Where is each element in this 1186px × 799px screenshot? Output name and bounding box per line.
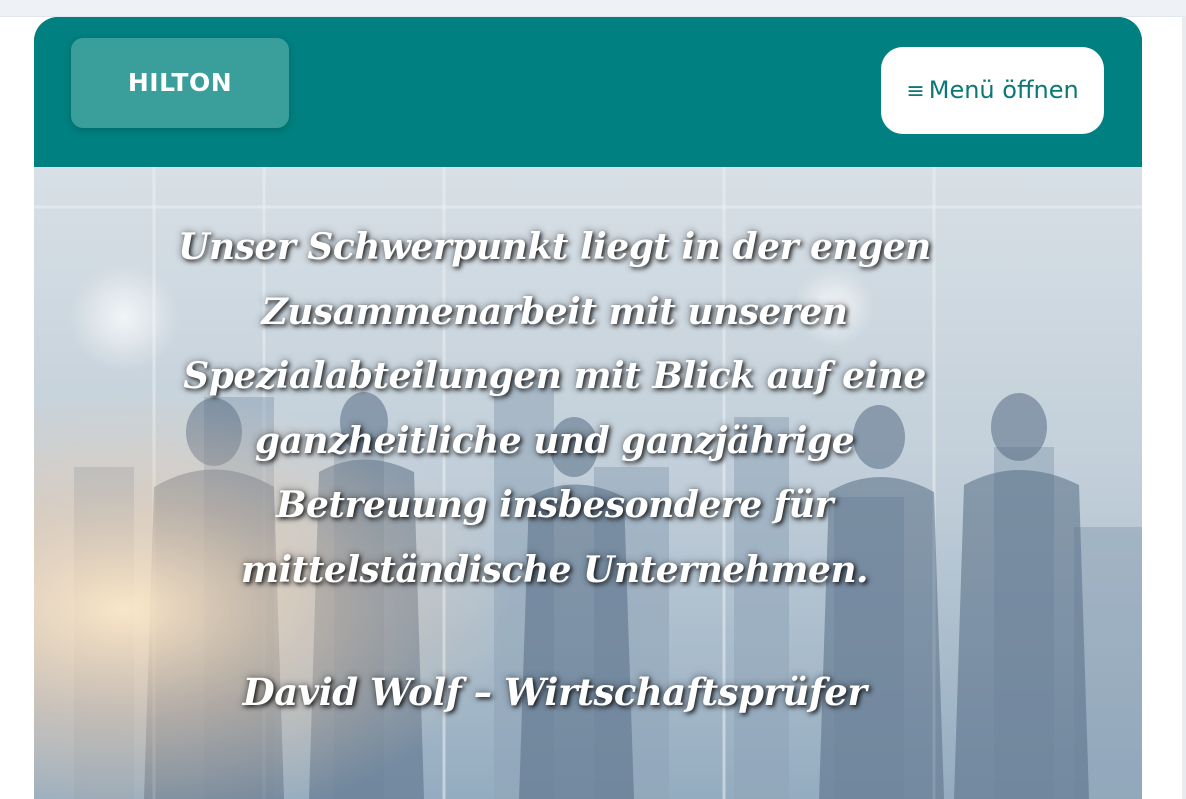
browser-top-strip (0, 0, 1186, 17)
open-menu-button[interactable]: ≡ Menü öffnen (881, 47, 1104, 134)
menu-button-label: Menü öffnen (928, 76, 1079, 104)
page-card: HILTON ≡ Menü öffnen Unser Schwerpunkt l… (34, 17, 1142, 799)
page-scrollbar[interactable] (1182, 16, 1186, 799)
menu-icon: ≡ (906, 79, 925, 104)
quote-author: David Wolf – Wirtschaftsprüfer (242, 670, 867, 714)
site-header: HILTON ≡ Menü öffnen (34, 17, 1142, 167)
hero-quote: Unser Schwerpunkt liegt in der engen Zus… (178, 226, 931, 591)
hilton-logo[interactable]: HILTON (71, 38, 289, 128)
hero-section: Unser Schwerpunkt liegt in der engen Zus… (34, 167, 1142, 799)
